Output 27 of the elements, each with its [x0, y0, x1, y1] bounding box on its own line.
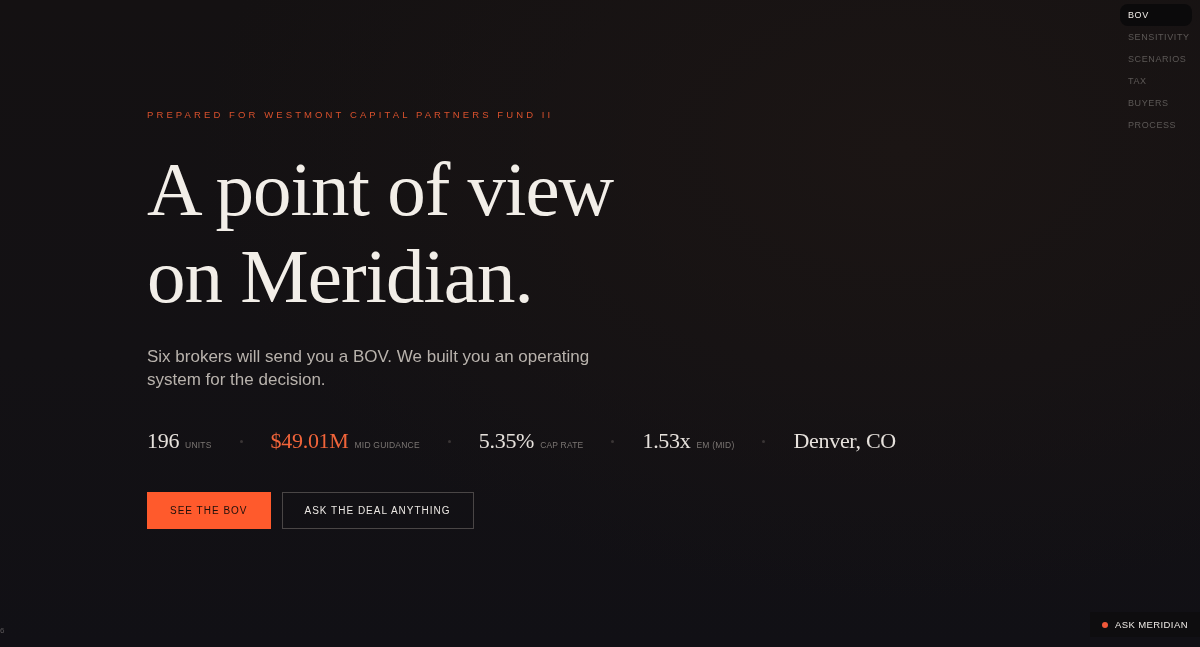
separator-dot-icon	[611, 439, 615, 443]
stat-value: 5.35%	[478, 427, 535, 455]
eyebrow-text: PREPARED FOR WESTMONT CAPITAL PARTNERS FUND II	[147, 109, 554, 121]
headline: A point of view on Meridian.	[147, 146, 615, 320]
corner-number: 6	[0, 626, 5, 635]
stat-label: UNITS	[185, 440, 212, 450]
nav-link[interactable]: SCENARIOS	[1120, 48, 1192, 70]
stat-value: $49.01M	[270, 427, 349, 455]
stat-label: MID GUIDANCE	[354, 440, 420, 450]
stat-value: Denver, CO	[793, 427, 896, 455]
stat-label: EM (MID)	[696, 440, 735, 450]
stat-value: 1.53x	[642, 427, 691, 455]
nav-link[interactable]: BOV	[1120, 4, 1192, 26]
stat-value: 196	[147, 427, 180, 455]
ask-deal-button[interactable]: ASK THE DEAL ANYTHING	[281, 492, 474, 529]
nav-link[interactable]: PROCESS	[1120, 114, 1192, 136]
stat-label: CAP RATE	[540, 440, 584, 450]
see-bov-button[interactable]: SEE THE BOV	[147, 492, 271, 529]
ask-meridian-button[interactable]: ASK MERIDIAN	[1090, 612, 1200, 637]
separator-dot-icon	[447, 439, 451, 443]
separator-dot-icon	[239, 439, 243, 443]
status-dot-icon	[1102, 621, 1108, 628]
nav-link[interactable]: TAX	[1120, 70, 1192, 92]
nav-link[interactable]: BUYERS	[1120, 92, 1192, 114]
subtitle: Six brokers will send you a BOV. We built you an operating system for the decision.	[147, 346, 591, 391]
nav-link[interactable]: SENSITIVITY	[1120, 26, 1192, 48]
separator-dot-icon	[762, 439, 766, 443]
